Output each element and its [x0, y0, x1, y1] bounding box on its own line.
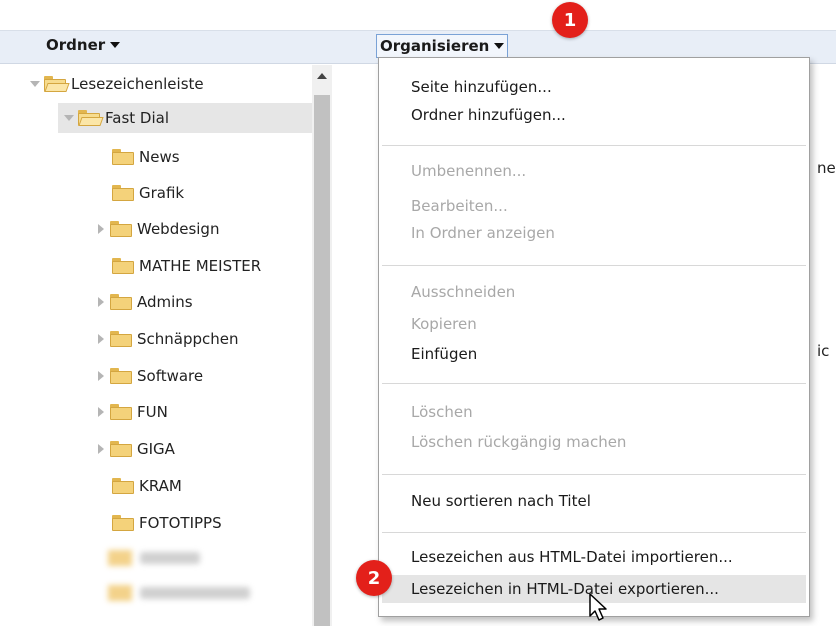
- blurred-tree-item: [108, 545, 200, 571]
- tree-item-label: KRAM: [139, 477, 182, 495]
- expand-arrow-icon[interactable]: [96, 444, 106, 454]
- menu-item-rename[interactable]: Umbenennen...: [411, 162, 526, 180]
- menu-item-sort-by-title[interactable]: Neu sortieren nach Titel: [411, 492, 591, 510]
- chevron-down-icon: [110, 42, 121, 48]
- tree-item-kram[interactable]: KRAM: [112, 471, 182, 501]
- tree-item-label: Schnäppchen: [137, 330, 239, 348]
- menu-item-add-folder[interactable]: Ordner hinzufügen...: [411, 106, 566, 124]
- menu-item-undo-delete[interactable]: Löschen rückgängig machen: [411, 433, 626, 451]
- scroll-up-arrow-icon[interactable]: [317, 73, 327, 79]
- tree-item-label: FOTOTIPPS: [139, 514, 222, 532]
- expand-arrow-icon[interactable]: [96, 407, 106, 417]
- folder-icon: [112, 515, 134, 531]
- folder-icon: [112, 258, 134, 274]
- menu-separator: [382, 383, 806, 384]
- folder-icon: [110, 221, 132, 237]
- scrollbar-thumb[interactable]: [314, 95, 330, 626]
- expand-arrow-icon[interactable]: [96, 371, 106, 381]
- tree-item-mathe-meister[interactable]: MATHE MEISTER: [112, 251, 261, 281]
- annotation-badge-1: 1: [552, 2, 588, 38]
- menu-item-copy[interactable]: Kopieren: [411, 315, 477, 333]
- folder-icon: [110, 441, 132, 457]
- tree-scrollbar[interactable]: [312, 65, 332, 626]
- menu-separator: [382, 145, 806, 146]
- tree-item-lesezeichenleiste[interactable]: Lesezeichenleiste: [30, 69, 204, 99]
- ordner-label: Ordner: [46, 36, 106, 54]
- tree-item-label: FUN: [137, 403, 168, 421]
- mouse-cursor-icon: [589, 593, 607, 621]
- annotation-badge-2: 2: [356, 560, 392, 596]
- folder-open-icon: [78, 110, 104, 126]
- tree-item-label: MATHE MEISTER: [139, 257, 262, 275]
- folder-open-icon: [44, 76, 70, 92]
- expand-arrow-icon[interactable]: [30, 81, 40, 87]
- tree-item-fun[interactable]: FUN: [96, 397, 168, 427]
- folder-icon: [112, 478, 134, 494]
- organize-label: Organisieren: [380, 37, 490, 55]
- menu-item-paste[interactable]: Einfügen: [411, 345, 477, 363]
- tree-item-grafik[interactable]: Grafik: [112, 178, 184, 208]
- window-top-strip: [0, 0, 836, 30]
- clipped-list-text: ne: [817, 159, 836, 177]
- menu-item-edit[interactable]: Bearbeiten...: [411, 197, 508, 215]
- folder-icon: [110, 368, 132, 384]
- chevron-down-icon: [494, 43, 505, 49]
- menu-item-import-html[interactable]: Lesezeichen aus HTML-Datei importieren..…: [411, 548, 733, 566]
- tree-item-label: GIGA: [137, 440, 175, 458]
- tree-item-label: Grafik: [139, 184, 185, 202]
- folder-icon: [110, 404, 132, 420]
- clipped-list-text: ic: [817, 342, 830, 360]
- menu-item-show-in-folder[interactable]: In Ordner anzeigen: [411, 224, 555, 242]
- menu-separator: [382, 265, 806, 266]
- menu-separator: [382, 532, 806, 533]
- folder-icon: [112, 185, 134, 201]
- organize-menu-button[interactable]: Organisieren: [376, 34, 509, 58]
- tree-item-schnaeppchen[interactable]: Schnäppchen: [96, 324, 239, 354]
- folder-icon: [110, 331, 132, 347]
- menu-item-cut[interactable]: Ausschneiden: [411, 283, 515, 301]
- menu-separator: [382, 474, 806, 475]
- expand-arrow-icon[interactable]: [96, 334, 106, 344]
- tree-item-label: News: [139, 148, 180, 166]
- blurred-tree-item: [108, 580, 250, 606]
- tree-item-admins[interactable]: Admins: [96, 287, 193, 317]
- folder-icon: [112, 149, 134, 165]
- expand-arrow-icon[interactable]: [96, 224, 106, 234]
- tree-item-giga[interactable]: GIGA: [96, 434, 175, 464]
- tree-item-webdesign[interactable]: Webdesign: [96, 214, 219, 244]
- folder-tree: Lesezeichenleiste Fast Dial News Grafik …: [0, 65, 312, 626]
- tree-item-software[interactable]: Software: [96, 361, 203, 391]
- tree-item-label: Software: [137, 367, 204, 385]
- menu-item-delete[interactable]: Löschen: [411, 403, 473, 421]
- ordner-menu-button[interactable]: Ordner: [46, 36, 121, 54]
- tree-item-fast-dial[interactable]: Fast Dial: [58, 103, 312, 133]
- tree-item-news[interactable]: News: [112, 142, 180, 172]
- tree-item-label: Fast Dial: [105, 109, 169, 127]
- menu-item-add-page[interactable]: Seite hinzufügen...: [411, 78, 552, 96]
- folder-icon: [110, 294, 132, 310]
- organize-dropdown-menu: Seite hinzufügen... Ordner hinzufügen...…: [378, 57, 810, 617]
- tree-item-label: Webdesign: [137, 220, 220, 238]
- expand-arrow-icon[interactable]: [96, 297, 106, 307]
- tree-item-label: Admins: [137, 293, 193, 311]
- tree-item-label: Lesezeichenleiste: [71, 75, 204, 93]
- expand-arrow-icon[interactable]: [64, 115, 74, 121]
- tree-item-fototipps[interactable]: FOTOTIPPS: [112, 508, 222, 538]
